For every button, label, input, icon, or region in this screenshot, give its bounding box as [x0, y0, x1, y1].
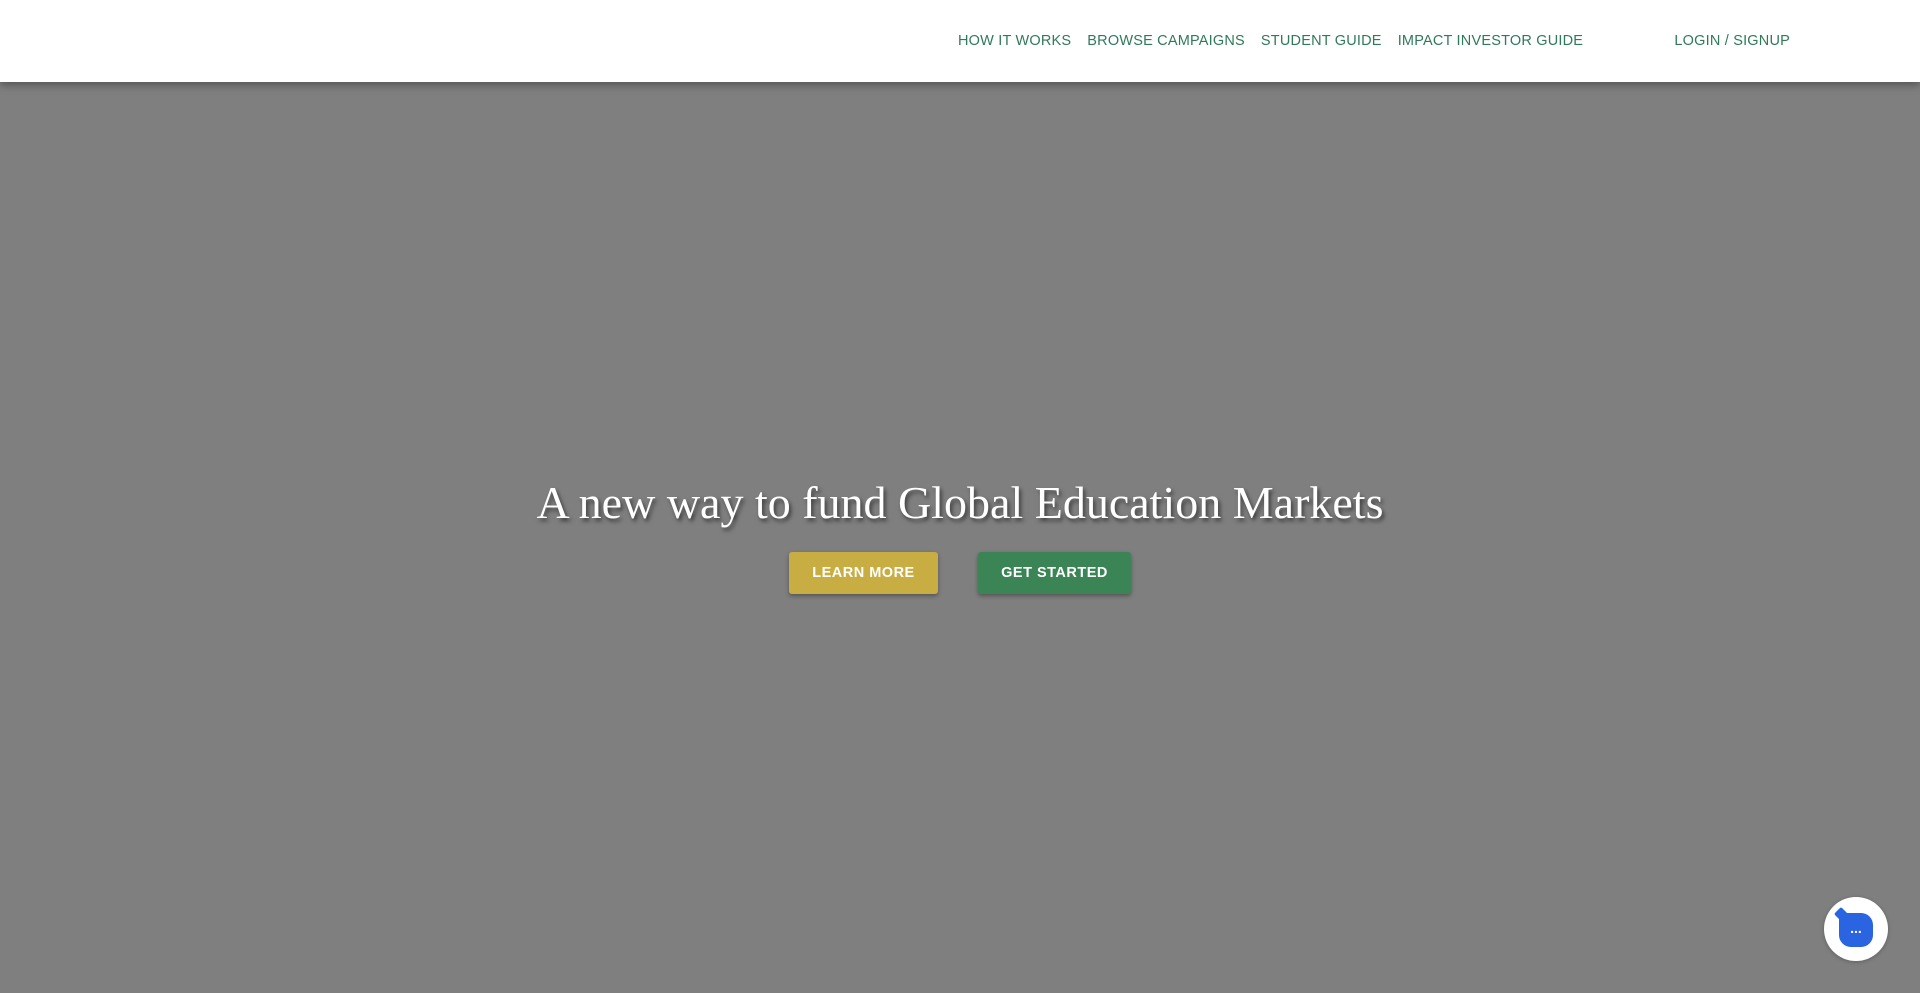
main-nav: HOW IT WORKS BROWSE CAMPAIGNS STUDENT GU…	[950, 0, 1591, 82]
nav-browse-campaigns[interactable]: BROWSE CAMPAIGNS	[1079, 33, 1253, 49]
chat-bubble-icon: ...	[1839, 913, 1873, 947]
chat-launcher-button[interactable]: ...	[1824, 897, 1888, 961]
top-navbar: HOW IT WORKS BROWSE CAMPAIGNS STUDENT GU…	[0, 0, 1920, 82]
nav-login-signup[interactable]: LOGIN / SIGNUP	[1666, 33, 1798, 49]
nav-impact-investor-guide[interactable]: IMPACT INVESTOR GUIDE	[1390, 33, 1591, 49]
login-area: LOGIN / SIGNUP	[1666, 0, 1798, 82]
nav-how-it-works[interactable]: HOW IT WORKS	[950, 33, 1079, 49]
hero-section	[0, 82, 1920, 993]
learn-more-button[interactable]: LEARN MORE	[789, 552, 938, 594]
chat-dots: ...	[1850, 920, 1862, 936]
nav-student-guide[interactable]: STUDENT GUIDE	[1253, 33, 1390, 49]
hero-buttons: LEARN MORE GET STARTED	[0, 552, 1920, 594]
get-started-button[interactable]: GET STARTED	[978, 552, 1131, 594]
hero-title: A new way to fund Global Education Marke…	[536, 477, 1384, 528]
